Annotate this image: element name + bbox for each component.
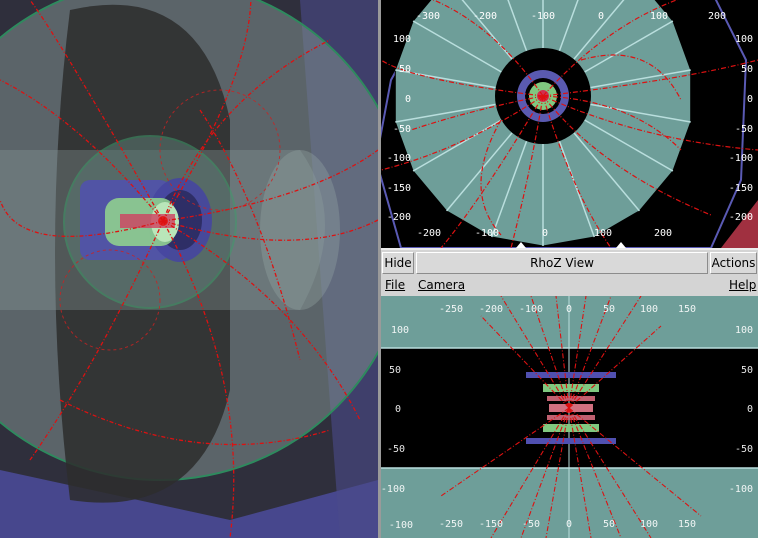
menu-camera[interactable]: Camera: [418, 278, 465, 292]
3d-view-panel[interactable]: [0, 0, 378, 538]
rhoz-bottom-tick: -50: [522, 519, 540, 530]
3d-view-canvas[interactable]: [0, 0, 378, 538]
rphi-right-tick: 100: [735, 34, 753, 45]
rphi-top-tick: -300: [416, 11, 440, 22]
menu-help[interactable]: Help: [729, 278, 756, 292]
rphi-view-canvas[interactable]: -300 -200 -100 0 100 200 100 50 0 -50 -1…: [381, 0, 758, 248]
rphi-left-tick: 50: [399, 64, 411, 75]
rhoz-bottom-tick: 50: [603, 519, 615, 530]
rphi-left-tick: -50: [393, 124, 411, 135]
rhoz-left-tick: 50: [389, 365, 401, 376]
rphi-bottom-tick: 0: [542, 228, 548, 239]
rphi-right-tick: -100: [729, 153, 753, 164]
rphi-right-tick: -150: [729, 183, 753, 194]
rphi-top-tick: -100: [531, 11, 555, 22]
rphi-left-tick: 0: [405, 94, 411, 105]
rphi-view-panel[interactable]: -300 -200 -100 0 100 200 100 50 0 -50 -1…: [381, 0, 758, 248]
rphi-bottom-tick: 200: [654, 228, 672, 239]
rhoz-top-tick: -100: [519, 304, 543, 315]
rphi-left-tick: -150: [387, 183, 411, 194]
rhoz-top-tick: 150: [678, 304, 696, 315]
rhoz-right-tick: -100: [729, 484, 753, 495]
rhoz-bottom-tick: 100: [640, 519, 658, 530]
rhoz-right-tick: 50: [741, 365, 753, 376]
rphi-left-tick: -200: [387, 212, 411, 223]
rhoz-top-tick: -200: [479, 304, 503, 315]
rphi-right-tick: -50: [735, 124, 753, 135]
rhoz-top-tick: -250: [439, 304, 463, 315]
rphi-bottom-tick: 100: [594, 228, 612, 239]
rphi-right-tick: 50: [741, 64, 753, 75]
rhoz-bottom-tick: -250: [439, 519, 463, 530]
hide-button[interactable]: Hide: [382, 252, 414, 274]
rphi-top-tick: 200: [708, 11, 726, 22]
rhoz-left-tick: 0: [395, 404, 401, 415]
rphi-bottom-tick: -100: [475, 228, 499, 239]
rphi-top-tick: 0: [598, 11, 604, 22]
rphi-top-tick: -200: [473, 11, 497, 22]
rhoz-left-tick: -50: [387, 444, 405, 455]
rhoz-right-tick: 0: [747, 404, 753, 415]
rhoz-bottom-tick: -150: [479, 519, 503, 530]
rhoz-view-panel[interactable]: -100 100 50 0 -50 -100 100 50 0 -50 -100…: [381, 296, 758, 538]
rphi-left-tick: -100: [387, 153, 411, 164]
menu-help-label: Help: [729, 278, 757, 292]
rhoz-bottom-tick: 150: [678, 519, 696, 530]
actions-button[interactable]: Actions: [710, 252, 757, 274]
rphi-top-tick: 100: [650, 11, 668, 22]
rphi-right-tick: 0: [747, 94, 753, 105]
view-toolbar: Hide RhoZ View Actions File Camera Help: [381, 248, 758, 296]
rhoz-left-tick: 100: [391, 325, 409, 336]
rhoz-left-tick-bottom: -100: [389, 520, 413, 531]
rhoz-view-canvas[interactable]: -100 100 50 0 -50 -100 100 50 0 -50 -100…: [381, 296, 758, 538]
rphi-bottom-tick: -200: [417, 228, 441, 239]
view-title-button[interactable]: RhoZ View: [416, 252, 708, 274]
rhoz-bottom-tick: 0: [566, 519, 572, 530]
rhoz-left-tick: -100: [381, 484, 405, 495]
rhoz-right-tick: -50: [735, 444, 753, 455]
rhoz-top-tick: 100: [640, 304, 658, 315]
tracker-layer: [543, 384, 599, 392]
menu-camera-label: Camera: [418, 278, 466, 292]
menu-file[interactable]: File: [385, 278, 405, 292]
rhoz-right-tick: 100: [735, 325, 753, 336]
menu-file-label: File: [385, 278, 406, 292]
rhoz-top-tick: 50: [603, 304, 615, 315]
rphi-right-tick: -200: [729, 212, 753, 223]
rphi-left-tick: 100: [393, 34, 411, 45]
rhoz-top-tick: 0: [566, 304, 572, 315]
